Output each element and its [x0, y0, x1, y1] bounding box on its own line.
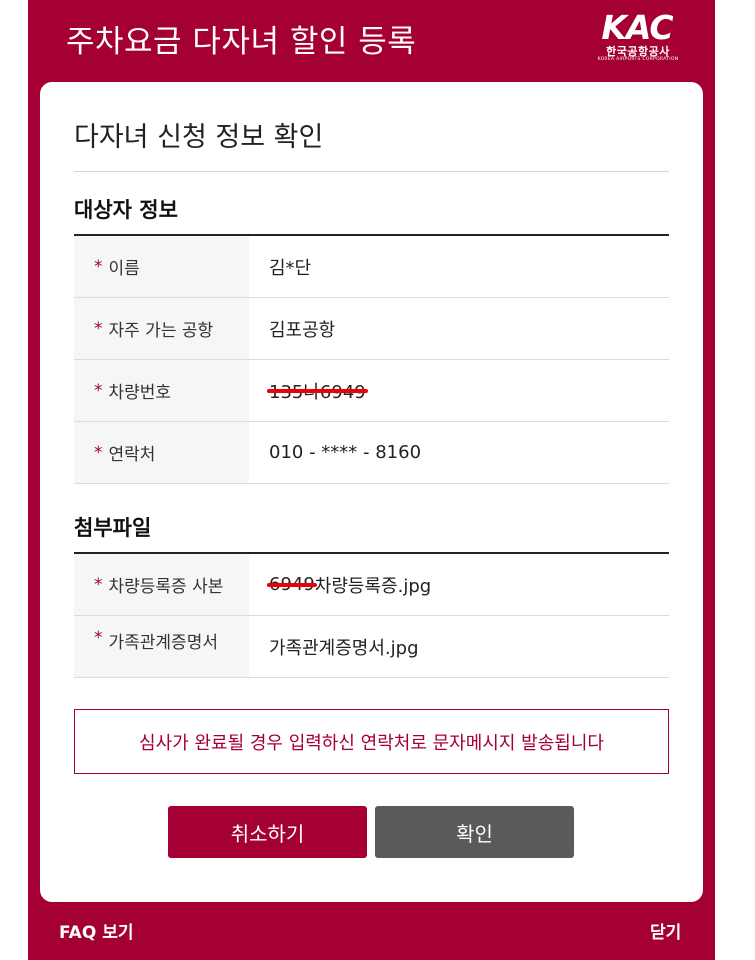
page-title: 주차요금 다자녀 할인 등록 — [66, 24, 417, 60]
name-value: 김*단 — [269, 257, 312, 279]
phone-value: 010 - **** - 8160 — [269, 442, 422, 463]
registration-file-name: 차량등록증.jpg — [314, 575, 432, 597]
applicant-section-title: 대상자 정보 — [74, 194, 669, 236]
label-family: 가족관계증명서 — [108, 633, 218, 653]
required-mark: * — [94, 380, 103, 401]
confirmation-card: 다자녀 신청 정보 확인 대상자 정보 * 이름 김*단 * 자주 가는 공항 김포… — [40, 82, 703, 902]
row-label: * 자주 가는 공항 — [74, 298, 249, 359]
label-phone: 연락처 — [108, 445, 156, 465]
required-mark: * — [94, 628, 103, 648]
table-row-phone: * 연락처 010 - **** - 8160 — [74, 422, 669, 484]
logo-english-name: KOREA AIRPORTS CORPORATION — [597, 57, 679, 62]
table-row-plate: * 차량번호 135나6949 — [74, 360, 669, 422]
plate-value-cell: 135나6949 — [249, 360, 669, 421]
row-label: * 차량번호 — [74, 360, 249, 421]
attachment-table: * 차량등록증 사본 6949 차량등록증.jpg * 가족관계증명서 가족관계증명서… — [74, 554, 669, 678]
label-plate: 차량번호 — [108, 383, 172, 403]
cancel-button[interactable]: 취소하기 — [168, 806, 367, 858]
card-title: 다자녀 신청 정보 확인 — [74, 115, 669, 172]
app-frame: 주차요금 다자녀 할인 등록 KAC 한국공항공사 KOREA AIRPORTS… — [28, 0, 715, 960]
applicant-info-table: * 이름 김*단 * 자주 가는 공항 김포공항 * 차량번호 135나6949 * 연… — [74, 236, 669, 484]
table-row-family-file: * 가족관계증명서 가족관계증명서.jpg — [74, 616, 669, 678]
table-row-airport: * 자주 가는 공항 김포공항 — [74, 298, 669, 360]
row-label: * 이름 — [74, 236, 249, 297]
required-mark: * — [94, 256, 103, 277]
airport-value: 김포공항 — [269, 319, 336, 341]
file-prefix-redacted: 6949 — [269, 574, 315, 595]
row-label: * 연락처 — [74, 422, 249, 483]
label-name: 이름 — [108, 259, 140, 279]
plate-number-redacted: 135나6949 — [269, 378, 366, 404]
table-row-registration-file: * 차량등록증 사본 6949 차량등록증.jpg — [74, 554, 669, 616]
kac-logo-mark-icon: KAC — [601, 9, 674, 43]
svg-text:KAC: KAC — [601, 9, 673, 43]
label-airport: 자주 가는 공항 — [108, 321, 214, 341]
required-mark: * — [94, 318, 103, 339]
close-link[interactable]: 닫기 — [650, 918, 681, 943]
attachment-section-title: 첨부파일 — [74, 512, 669, 554]
row-label: * 차량등록증 사본 — [74, 554, 249, 615]
label-registration: 차량등록증 사본 — [108, 577, 224, 597]
required-mark: * — [94, 574, 103, 595]
registration-file-cell: 6949 차량등록증.jpg — [249, 554, 669, 615]
table-row-name: * 이름 김*단 — [74, 236, 669, 298]
confirm-button[interactable]: 확인 — [375, 806, 574, 858]
row-label: * 가족관계증명서 — [74, 616, 249, 677]
sms-notice: 심사가 완료될 경우 입력하신 연락처로 문자메시지 발송됩니다 — [74, 709, 669, 774]
family-file-name: 가족관계증명서.jpg — [269, 637, 419, 659]
faq-link[interactable]: FAQ 보기 — [59, 918, 133, 943]
required-mark: * — [94, 442, 103, 463]
kac-logo: KAC 한국공항공사 KOREA AIRPORTS CORPORATION — [590, 9, 686, 67]
